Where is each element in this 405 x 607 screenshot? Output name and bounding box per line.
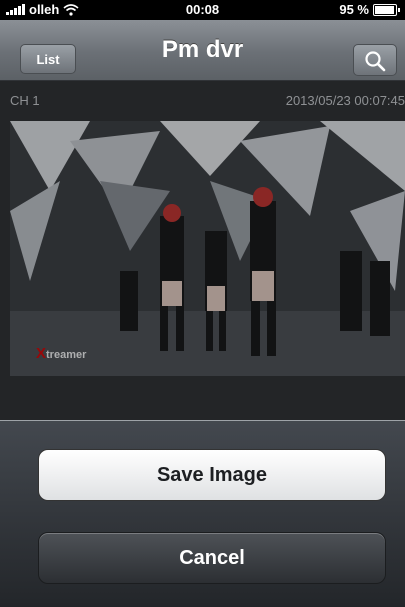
battery-percent: 95 % [339, 2, 369, 17]
action-sheet: Save Image Cancel [0, 420, 405, 607]
save-image-button[interactable]: Save Image [38, 449, 386, 501]
navigation-bar: List Pm dvr [0, 20, 405, 81]
search-icon [365, 51, 386, 72]
status-bar: olleh 00:08 95 % [0, 0, 405, 20]
search-button[interactable] [353, 44, 397, 76]
battery-info: 95 % [339, 2, 400, 17]
cancel-button[interactable]: Cancel [38, 532, 386, 584]
page-title: Pm dvr [161, 36, 244, 63]
battery-icon [373, 3, 400, 16]
